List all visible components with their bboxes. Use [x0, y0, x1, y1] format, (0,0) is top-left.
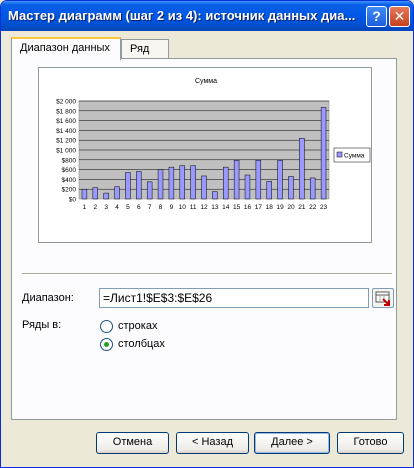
bar: [223, 166, 229, 200]
x-tick-label: 10: [179, 204, 187, 211]
x-tick-label: 16: [244, 204, 252, 211]
y-tick-label: $200: [62, 187, 77, 194]
bar: [244, 174, 251, 200]
bar: [114, 186, 120, 200]
help-button[interactable]: ?: [366, 6, 387, 27]
y-tick-label: $600: [62, 167, 77, 174]
bar: [310, 177, 316, 200]
close-button[interactable]: ✕: [389, 6, 410, 27]
y-tick-label: $800: [62, 157, 77, 164]
bar: [233, 160, 240, 200]
cancel-button[interactable]: Отмена: [96, 432, 169, 454]
x-tick-label: 1: [83, 204, 87, 211]
bar: [299, 137, 305, 200]
bar: [190, 165, 196, 200]
series-in-label: Ряды в:: [22, 319, 62, 331]
collapse-dialog-icon: [375, 291, 390, 306]
tab-data-range[interactable]: Диапазон данных: [11, 37, 121, 60]
finish-button[interactable]: Готово: [337, 432, 404, 454]
bar: [320, 107, 327, 200]
y-tick-label: $0: [69, 197, 77, 204]
radio-rows-label[interactable]: строках: [118, 320, 157, 332]
back-button[interactable]: < Назад: [176, 432, 249, 454]
x-tick-label: 14: [222, 204, 230, 211]
collapse-dialog-button[interactable]: [372, 288, 394, 308]
x-tick-label: 2: [93, 204, 97, 211]
x-tick-label: 15: [233, 204, 241, 211]
chart-title: Сумма: [195, 78, 217, 85]
y-tick-label: $400: [62, 177, 77, 184]
x-tick-label: 7: [148, 204, 152, 211]
bar: [266, 181, 272, 200]
bar: [168, 166, 175, 200]
bar: [277, 160, 283, 200]
bar: [81, 188, 88, 200]
tab-series[interactable]: Ряд: [121, 39, 169, 59]
y-tick-label: $1 400: [56, 128, 76, 135]
bar: [125, 172, 131, 200]
x-tick-label: 3: [104, 204, 108, 211]
legend-swatch: [336, 151, 343, 158]
legend-label: Сумма: [344, 153, 365, 160]
x-tick-label: 11: [190, 204, 197, 211]
tab-panel-data-range: Сумма $0 $200 $400 $600 $800 $1 000 $1 200 $1 40…: [11, 58, 397, 420]
bar: [288, 176, 294, 200]
x-tick-label: 22: [309, 204, 317, 211]
bar: [212, 191, 218, 200]
range-label: Диапазон:: [22, 292, 74, 304]
range-input[interactable]: =Лист1!$E$3:$E$26: [99, 288, 369, 308]
bar: [179, 165, 185, 200]
x-tick-label: 6: [137, 204, 141, 211]
y-tick-label: $1 000: [56, 148, 76, 155]
chart-wizard-dialog: Мастер диаграмм (шаг 2 из 4): источник д…: [0, 0, 414, 468]
chart-preview: Сумма $0 $200 $400 $600 $800 $1 000 $1 200 $1 40…: [38, 67, 372, 243]
bar: [103, 192, 109, 200]
x-tick-label: 19: [276, 204, 284, 211]
x-tick-label: 13: [211, 204, 219, 211]
window-title: Мастер диаграмм (шаг 2 из 4): источник д…: [8, 8, 356, 23]
x-tick-label: 9: [170, 204, 174, 211]
chart-svg: Сумма $0 $200 $400 $600 $800 $1 000 $1 200 $1 40…: [56, 78, 371, 211]
bar: [146, 181, 153, 200]
y-tick-label: $1 200: [56, 138, 76, 145]
radio-columns[interactable]: [100, 338, 113, 351]
radio-selected-dot: [104, 342, 109, 347]
bar: [157, 169, 164, 200]
bar: [92, 187, 99, 200]
x-tick-label: 23: [320, 204, 328, 211]
next-button[interactable]: Далее >: [254, 432, 330, 454]
x-tick-label: 8: [159, 204, 163, 211]
x-tick-label: 4: [115, 204, 119, 211]
x-tick-label: 20: [287, 204, 295, 211]
x-tick-label: 21: [298, 204, 306, 211]
x-tick-label: 5: [126, 204, 130, 211]
bar: [136, 171, 142, 200]
bar: [201, 175, 207, 200]
x-tick-label: 12: [200, 204, 208, 211]
separator: [22, 273, 392, 275]
title-bar[interactable]: Мастер диаграмм (шаг 2 из 4): источник д…: [1, 1, 413, 31]
x-tick-label: 18: [266, 204, 274, 211]
dialog-body: Диапазон данных Ряд Сумма $0 $200 $400 $600 $…: [4, 31, 410, 465]
bar: [255, 160, 262, 200]
y-tick-label: $2 000: [56, 99, 76, 106]
x-tick-label: 17: [255, 204, 263, 211]
y-tick-label: $1 600: [56, 118, 76, 125]
radio-columns-label[interactable]: столбцах: [118, 338, 165, 350]
radio-rows[interactable]: [100, 320, 113, 333]
y-tick-label: $1 800: [56, 108, 76, 115]
